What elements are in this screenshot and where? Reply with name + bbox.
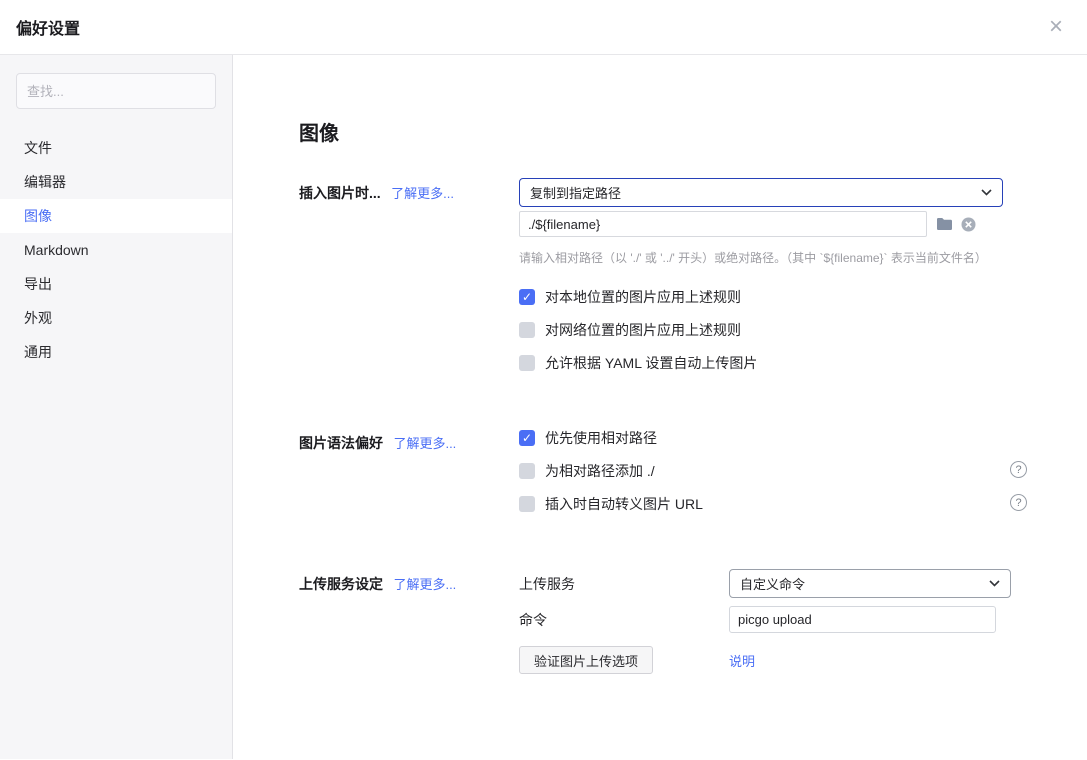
upload-service-section-label: 上传服务设定 — [299, 576, 383, 592]
search-box — [16, 73, 216, 109]
sidebar-item-editor[interactable]: 编辑器 — [0, 165, 232, 199]
image-path-input[interactable] — [519, 211, 927, 237]
sidebar-item-general[interactable]: 通用 — [0, 335, 232, 369]
checkbox-add-dot-slash-label: 为相对路径添加 ./ — [545, 461, 655, 481]
sidebar-item-appearance[interactable]: 外观 — [0, 301, 232, 335]
upload-service-select[interactable]: 自定义命令 — [729, 569, 1011, 598]
main-panel: 图像 插入图片时... 了解更多... 复制到指定路径 — [233, 55, 1087, 759]
validate-upload-button[interactable]: 验证图片上传选项 — [519, 646, 653, 674]
insert-image-section: 插入图片时... 了解更多... 复制到指定路径 — [299, 178, 1087, 386]
validate-button-cell: 验证图片上传选项 — [519, 646, 729, 674]
path-hint: 请输入相对路径（以 './' 或 '../' 开头）或绝对路径。（其中 `${f… — [519, 249, 1027, 266]
insert-action-select-value: 复制到指定路径 — [530, 183, 621, 202]
checkbox-row-prefer-relative[interactable]: 优先使用相对路径 — [519, 428, 1027, 448]
upload-service-label: 上传服务 — [519, 574, 729, 594]
upload-service-select-value: 自定义命令 — [740, 574, 805, 593]
insert-image-learn-more-link[interactable]: 了解更多... — [391, 186, 454, 201]
upload-service-label-cell: 上传服务设定 了解更多... — [299, 569, 519, 682]
sidebar-item-file[interactable]: 文件 — [0, 131, 232, 165]
checkbox-escape-url[interactable] — [519, 496, 535, 512]
sidebar-nav: 文件 编辑器 图像 Markdown 导出 外观 通用 — [0, 131, 232, 369]
checkbox-prefer-relative-label: 优先使用相对路径 — [545, 428, 657, 448]
image-syntax-controls: 优先使用相对路径 为相对路径添加 ./ ? 插入时自动转义图片 URL ? — [519, 428, 1027, 527]
upload-help-link[interactable]: 说明 — [729, 651, 755, 670]
chevron-down-icon — [989, 580, 1000, 587]
checkbox-apply-network-label: 对网络位置的图片应用上述规则 — [545, 320, 741, 340]
close-icon[interactable]: × — [1049, 15, 1063, 39]
insert-rules-checkbox-group: 对本地位置的图片应用上述规则 对网络位置的图片应用上述规则 允许根据 YAML … — [519, 287, 1027, 373]
upload-actions-row: 验证图片上传选项 说明 — [519, 646, 1027, 674]
path-input-row — [519, 211, 1027, 237]
upload-command-input[interactable] — [729, 606, 996, 633]
image-syntax-label-cell: 图片语法偏好 了解更多... — [299, 428, 519, 527]
folder-icon[interactable] — [936, 217, 952, 231]
help-icon[interactable]: ? — [1010, 461, 1027, 478]
upload-service-controls: 上传服务 自定义命令 命令 验证图 — [519, 569, 1027, 682]
insert-image-controls: 复制到指定路径 — [519, 178, 1027, 386]
checkbox-prefer-relative[interactable] — [519, 430, 535, 446]
page-title: 图像 — [299, 117, 1087, 146]
upload-service-row: 上传服务 自定义命令 — [519, 569, 1027, 598]
checkbox-row-apply-local[interactable]: 对本地位置的图片应用上述规则 — [519, 287, 1027, 307]
search-input[interactable] — [16, 73, 216, 109]
upload-service-learn-more-link[interactable]: 了解更多... — [393, 577, 456, 592]
preferences-window: 偏好设置 × 文件 编辑器 图像 Markdown 导出 外观 通用 图像 插 — [0, 0, 1087, 760]
chevron-down-icon — [981, 189, 992, 196]
checkbox-yaml-upload-label: 允许根据 YAML 设置自动上传图片 — [545, 353, 757, 373]
sidebar-item-export[interactable]: 导出 — [0, 267, 232, 301]
sidebar-item-markdown[interactable]: Markdown — [0, 233, 232, 267]
image-syntax-label: 图片语法偏好 — [299, 435, 383, 451]
checkbox-row-yaml-upload[interactable]: 允许根据 YAML 设置自动上传图片 — [519, 353, 1027, 373]
checkbox-row-escape-url[interactable]: 插入时自动转义图片 URL ? — [519, 494, 1027, 514]
upload-command-row: 命令 — [519, 606, 1027, 633]
clear-input-icon[interactable] — [961, 217, 976, 232]
checkbox-add-dot-slash[interactable] — [519, 463, 535, 479]
sidebar: 文件 编辑器 图像 Markdown 导出 外观 通用 — [0, 55, 233, 759]
window-body: 文件 编辑器 图像 Markdown 导出 外观 通用 图像 插入图片时... … — [0, 55, 1087, 759]
upload-service-section: 上传服务设定 了解更多... 上传服务 自定义命令 命令 — [299, 569, 1087, 682]
checkbox-yaml-upload[interactable] — [519, 355, 535, 371]
checkbox-apply-local-label: 对本地位置的图片应用上述规则 — [545, 287, 741, 307]
insert-image-label-cell: 插入图片时... 了解更多... — [299, 178, 519, 386]
checkbox-row-apply-network[interactable]: 对网络位置的图片应用上述规则 — [519, 320, 1027, 340]
image-syntax-learn-more-link[interactable]: 了解更多... — [393, 436, 456, 451]
help-icon[interactable]: ? — [1010, 494, 1027, 511]
insert-image-label: 插入图片时... — [299, 185, 381, 201]
insert-action-select[interactable]: 复制到指定路径 — [519, 178, 1003, 207]
upload-command-label: 命令 — [519, 610, 729, 630]
checkbox-apply-network[interactable] — [519, 322, 535, 338]
titlebar: 偏好设置 × — [0, 0, 1087, 55]
checkbox-apply-local[interactable] — [519, 289, 535, 305]
sidebar-item-image[interactable]: 图像 — [0, 199, 232, 233]
image-syntax-section: 图片语法偏好 了解更多... 优先使用相对路径 为相对路径添加 ./ ? — [299, 428, 1087, 527]
checkbox-escape-url-label: 插入时自动转义图片 URL — [545, 494, 703, 514]
window-title: 偏好设置 — [16, 15, 80, 39]
checkbox-row-add-dot-slash[interactable]: 为相对路径添加 ./ ? — [519, 461, 1027, 481]
